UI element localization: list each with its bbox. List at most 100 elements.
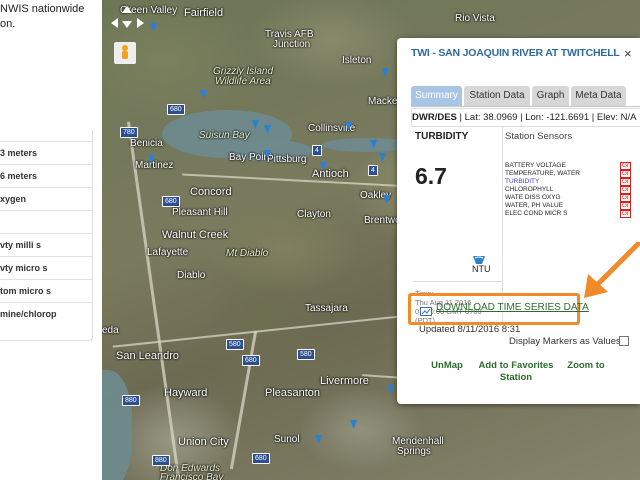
highway-shield: 880 bbox=[122, 395, 140, 406]
graph-link[interactable]: Gr bbox=[620, 202, 632, 210]
sensor-item[interactable]: ELEC COND MICR S Gr bbox=[505, 210, 635, 218]
station-popup: TWI - SAN JOAQUIN RIVER AT TWITCHELL × S… bbox=[397, 38, 640, 404]
zoom-to-button[interactable]: Zoom to bbox=[565, 360, 607, 372]
tab-meta-data[interactable]: Meta Data bbox=[571, 86, 626, 106]
city-label: Isleton bbox=[342, 55, 372, 66]
parameter-list-item[interactable]: mine/chlorop bbox=[0, 302, 92, 325]
station-agency: DWR/DES bbox=[412, 112, 457, 123]
city-label: Sunol bbox=[274, 434, 300, 445]
station-marker-icon[interactable] bbox=[200, 90, 207, 99]
city-label: Walnut Creek bbox=[162, 229, 229, 241]
station-marker-icon[interactable] bbox=[387, 385, 394, 394]
city-label: Clayton bbox=[297, 209, 331, 220]
station-marker-icon[interactable] bbox=[252, 120, 259, 129]
station-marker-icon[interactable] bbox=[148, 155, 155, 164]
city-label: Livermore bbox=[320, 375, 369, 387]
sensor-item[interactable]: CHLOROPHYLL Gr bbox=[505, 186, 635, 194]
intro-line: on. bbox=[0, 18, 16, 30]
sidebar-intro: NWIS nationwide on. bbox=[0, 0, 92, 122]
sensor-name: CHLOROPHYLL bbox=[505, 186, 554, 193]
parameter-list-item[interactable] bbox=[0, 210, 92, 233]
water-drop-icon bbox=[473, 251, 485, 264]
city-label: Macke bbox=[368, 96, 398, 107]
parameter-list-item[interactable]: 6 meters bbox=[0, 164, 92, 187]
sensor-item[interactable]: WATE DISS OXYG Gr bbox=[505, 194, 635, 202]
city-label: Diablo bbox=[177, 270, 206, 281]
street-view-pegman-icon[interactable] bbox=[114, 42, 136, 64]
tab-summary[interactable]: Summary bbox=[411, 86, 462, 106]
city-label: Hayward bbox=[164, 387, 208, 399]
pan-up-icon[interactable] bbox=[122, 6, 132, 13]
graph-link[interactable]: Gr bbox=[620, 178, 632, 186]
sensor-item-selected[interactable]: TURBIDITY Gr bbox=[505, 178, 635, 186]
station-marker-icon[interactable] bbox=[264, 125, 271, 134]
parameter-list-item[interactable]: xygen bbox=[0, 187, 92, 210]
sensor-item[interactable]: BATTERY VOLTAGE Gr bbox=[505, 162, 635, 170]
city-label: Rio Vista bbox=[455, 13, 495, 24]
pan-left-icon[interactable] bbox=[111, 18, 118, 28]
graph-link[interactable]: Gr bbox=[620, 210, 632, 218]
download-time-series-link[interactable]: DOWNLOAD TIME SERIES DATA bbox=[436, 302, 589, 313]
add-to-favorites-button[interactable]: Add to Favorites Station bbox=[477, 360, 555, 384]
city-label: Brentwo bbox=[364, 215, 401, 226]
sensor-name: ELEC COND MICR S bbox=[505, 210, 568, 217]
updated-text: Updated 8/11/2016 8:31 bbox=[419, 324, 521, 335]
station-marker-icon[interactable] bbox=[315, 435, 322, 444]
station-marker-icon[interactable] bbox=[150, 23, 157, 32]
sensor-name: TEMPERATURE, WATER bbox=[505, 170, 580, 177]
city-label: Junction bbox=[273, 39, 311, 50]
parameter-unit: NTU bbox=[472, 264, 491, 274]
tab-divider bbox=[411, 106, 640, 107]
station-marker-icon[interactable] bbox=[382, 68, 389, 77]
popup-title: TWI - SAN JOAQUIN RIVER AT TWITCHELL bbox=[411, 47, 620, 59]
parameter-list-item[interactable]: vty milli s bbox=[0, 233, 92, 256]
city-label: Pleasant Hill bbox=[172, 207, 228, 218]
city-label: Springs bbox=[397, 446, 431, 457]
parameter-list: 3 meters 6 meters xygen vty milli s vty … bbox=[0, 130, 93, 341]
graph-link[interactable]: Gr bbox=[620, 170, 632, 178]
sensor-list: BATTERY VOLTAGE Gr TEMPERATURE, WATER Gr T… bbox=[505, 162, 635, 218]
parameter-list-item[interactable]: vty micro s bbox=[0, 256, 92, 279]
tab-graph[interactable]: Graph bbox=[532, 86, 569, 106]
unmap-button[interactable]: UnMap bbox=[429, 360, 465, 372]
city-label: Antioch bbox=[312, 168, 349, 180]
display-markers-label: Display Markers as Values: bbox=[509, 336, 624, 347]
parameter-name: TURBIDITY bbox=[415, 131, 469, 142]
sensor-item[interactable]: WATER, PH VALUE Gr bbox=[505, 202, 635, 210]
graph-link[interactable]: Gr bbox=[620, 194, 632, 202]
station-marker-icon[interactable] bbox=[350, 420, 357, 429]
sensor-item[interactable]: TEMPERATURE, WATER Gr bbox=[505, 170, 635, 178]
graph-link[interactable]: Gr bbox=[620, 186, 632, 194]
station-marker-icon[interactable] bbox=[320, 162, 327, 171]
display-markers-checkbox[interactable] bbox=[619, 336, 629, 346]
sensor-name: TURBIDITY bbox=[505, 178, 540, 185]
city-label: Concord bbox=[190, 186, 232, 198]
city-label: Union City bbox=[178, 436, 229, 448]
city-label: Tassajara bbox=[305, 303, 348, 314]
parameter-list-item[interactable]: tom micro s bbox=[0, 279, 92, 302]
station-marker-icon[interactable] bbox=[264, 150, 271, 159]
station-marker-icon[interactable] bbox=[370, 140, 377, 149]
station-marker-icon[interactable] bbox=[345, 122, 352, 131]
city-label: Pittsburg bbox=[267, 154, 307, 165]
city-label: Mt Diablo bbox=[226, 248, 269, 259]
highway-shield: 680 bbox=[242, 355, 260, 366]
city-label: San Leandro bbox=[116, 350, 179, 362]
tab-station-data[interactable]: Station Data bbox=[464, 86, 530, 106]
city-label: Francisco Bay bbox=[160, 472, 224, 480]
road bbox=[126, 121, 181, 479]
sf-bay-water bbox=[102, 370, 132, 480]
close-icon[interactable]: × bbox=[624, 46, 632, 61]
highway-shield: 680 bbox=[167, 104, 185, 115]
city-label: eda bbox=[102, 325, 119, 336]
highway-shield: 4 bbox=[368, 165, 378, 176]
pan-right-icon[interactable] bbox=[137, 18, 144, 28]
sensors-title: Station Sensors bbox=[505, 131, 573, 142]
station-marker-icon[interactable] bbox=[383, 195, 390, 204]
pan-down-icon[interactable] bbox=[122, 21, 132, 28]
sensor-name: BATTERY VOLTAGE bbox=[505, 162, 566, 169]
sensor-name: WATE DISS OXYG bbox=[505, 194, 561, 201]
station-marker-icon[interactable] bbox=[379, 153, 386, 162]
parameter-list-item[interactable]: 3 meters bbox=[0, 141, 92, 164]
graph-link[interactable]: Gr bbox=[620, 162, 632, 170]
